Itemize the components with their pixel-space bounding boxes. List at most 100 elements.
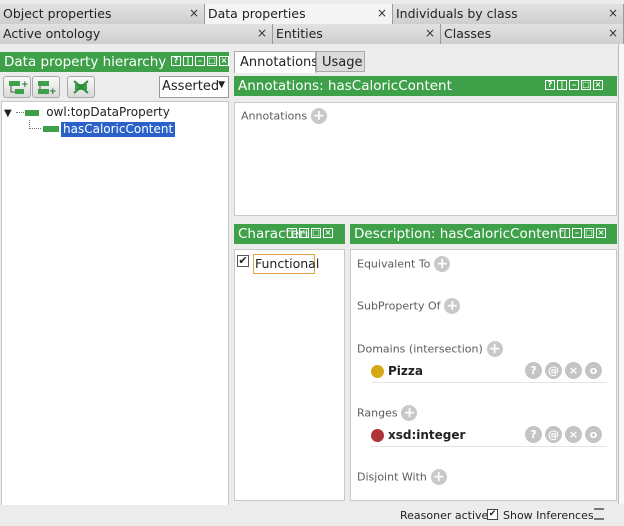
close-icon[interactable]: × [608, 6, 618, 20]
minimize-icon[interactable]: – [299, 228, 309, 238]
annotate-icon[interactable]: @ [545, 426, 562, 443]
range-datatype-name: xsd:integer [388, 428, 466, 442]
help-icon[interactable]: ? [545, 80, 555, 90]
add-subproperty-icon: + [9, 80, 29, 94]
close-icon[interactable]: × [377, 6, 387, 20]
split-icon[interactable]: | [287, 228, 297, 238]
annotate-icon[interactable]: @ [545, 362, 562, 379]
tab-active-ontology[interactable]: Active ontology × [0, 24, 273, 44]
resize-grip-icon[interactable] [594, 508, 604, 520]
add-disjoint-icon[interactable]: + [430, 469, 447, 485]
delete-property-button[interactable] [67, 76, 95, 98]
show-inferences-checkbox[interactable]: ✔ [487, 509, 498, 520]
hierarchy-title-bar: Data property hierarchy ? | – □ × [0, 52, 229, 72]
domain-row[interactable]: Pizza ? @ × o [371, 362, 607, 383]
section-label: Domains (intersection) [357, 342, 483, 356]
tab-label: Entities [276, 26, 323, 41]
tab-label: Annotations [240, 55, 319, 70]
row-actions: ? @ × o [522, 362, 602, 379]
panel-title: Data property hierarchy [4, 54, 167, 70]
tab-usage[interactable]: Usage [316, 51, 365, 72]
close-icon[interactable]: × [593, 80, 603, 90]
close-icon[interactable]: × [257, 26, 267, 40]
close-icon[interactable]: × [608, 26, 618, 40]
explain-icon[interactable]: ? [525, 426, 542, 443]
close-icon[interactable]: × [219, 56, 229, 66]
delete-icon[interactable]: × [565, 426, 582, 443]
split-icon[interactable]: | [560, 228, 570, 238]
tab-annotations[interactable]: Annotations [234, 51, 319, 73]
edit-icon[interactable]: o [585, 362, 602, 379]
close-icon[interactable]: × [189, 6, 199, 20]
view-controls: ? | – □ × [545, 80, 603, 90]
split-icon[interactable]: | [183, 56, 193, 66]
show-inferences-label: Show Inferences [503, 509, 594, 522]
help-icon[interactable]: ? [171, 56, 181, 66]
maximize-icon[interactable]: □ [584, 228, 594, 238]
close-icon[interactable]: × [323, 228, 333, 238]
section-label: Disjoint With [357, 470, 427, 484]
data-property-icon [43, 126, 59, 132]
add-sibling-property-button[interactable]: + [32, 76, 60, 98]
annotations-section: Annotations + [241, 108, 441, 128]
delete-icon[interactable]: × [565, 362, 582, 379]
characteristics-title-bar: Characteri | – □ × [234, 224, 345, 244]
row-actions: ? @ × o [522, 426, 602, 443]
delete-property-icon [73, 80, 89, 94]
add-range-icon[interactable]: + [401, 405, 418, 421]
tab-data-properties[interactable]: Data properties × [205, 4, 393, 24]
datatype-icon [371, 429, 384, 442]
characteristics-panel: ✔ Functional [234, 249, 345, 501]
select-value: Asserted [162, 79, 220, 94]
property-hierarchy-tree: ▼ owl:topDataProperty hasCaloricContent [1, 101, 229, 523]
hierarchy-mode-select[interactable]: Asserted ▼ [159, 76, 229, 98]
tree-node-label: owl:topDataProperty [46, 105, 170, 119]
domains-section: Domains (intersection) + [357, 341, 557, 361]
close-icon[interactable]: × [596, 228, 606, 238]
maximize-icon[interactable]: □ [581, 80, 591, 90]
reasoner-status: Reasoner active [400, 509, 489, 522]
add-domain-icon[interactable]: + [486, 341, 503, 357]
annotations-title-bar: Annotations: hasCaloricContent ? | – □ × [234, 76, 617, 96]
tab-object-properties[interactable]: Object properties × [0, 4, 205, 24]
add-annotation-icon[interactable]: + [310, 108, 327, 124]
minimize-icon[interactable]: – [569, 80, 579, 90]
functional-checkbox[interactable]: ✔ [237, 255, 249, 267]
close-icon[interactable]: × [425, 26, 435, 40]
add-subproperty-button[interactable]: + [3, 76, 31, 98]
tab-label: Object properties [3, 6, 112, 21]
explain-icon[interactable]: ? [525, 362, 542, 379]
range-row[interactable]: xsd:integer ? @ × o [371, 426, 607, 447]
view-controls: ? | – □ × [171, 56, 229, 66]
minimize-icon[interactable]: – [572, 228, 582, 238]
tab-classes[interactable]: Classes × [441, 24, 624, 44]
panel-title: Annotations: hasCaloricContent [238, 78, 452, 94]
split-icon[interactable]: | [557, 80, 567, 90]
window-edge [618, 44, 624, 504]
class-icon [371, 365, 384, 378]
tab-entities[interactable]: Entities × [273, 24, 441, 44]
edit-icon[interactable]: o [585, 426, 602, 443]
description-title-bar: Description: hasCaloricContent | – □ × [350, 224, 617, 244]
description-panel: Equivalent To + SubProperty Of + Domains… [350, 249, 617, 501]
maximize-icon[interactable]: □ [207, 56, 217, 66]
add-equivalent-icon[interactable]: + [434, 256, 451, 272]
maximize-icon[interactable]: □ [311, 228, 321, 238]
tree-node-selected[interactable]: hasCaloricContent [43, 122, 223, 138]
status-bar: Reasoner active ✔ Show Inferences [0, 505, 624, 526]
view-controls: | – □ × [287, 228, 333, 238]
tab-label: Individuals by class [396, 6, 518, 21]
collapse-toggle-icon[interactable]: ▼ [4, 108, 12, 119]
svg-text:+: + [21, 80, 29, 90]
functional-label[interactable]: Functional [253, 254, 319, 274]
tree-connector [29, 120, 41, 129]
tab-label: Data properties [208, 6, 306, 21]
tab-individuals-by-class[interactable]: Individuals by class × [393, 4, 624, 24]
tab-label: Usage [322, 55, 363, 70]
section-label: Equivalent To [357, 257, 431, 271]
minimize-icon[interactable]: – [195, 56, 205, 66]
chevron-down-icon: ▼ [218, 80, 225, 90]
workspace-tab-bar-secondary: Active ontology × Entities × Classes × [0, 24, 624, 44]
add-superproperty-icon[interactable]: + [444, 298, 461, 314]
data-property-icon [25, 109, 40, 116]
